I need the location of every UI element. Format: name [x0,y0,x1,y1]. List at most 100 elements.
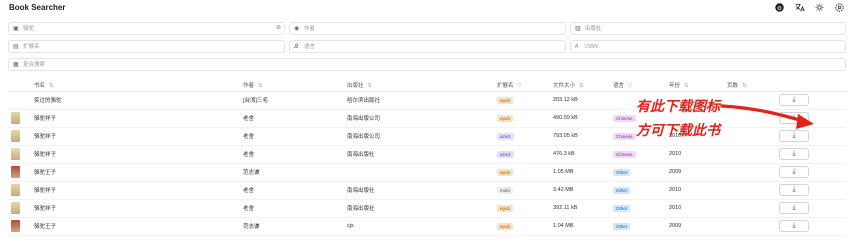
column-header-year[interactable]: 年份 ⇅ [666,79,724,92]
sun-icon[interactable] [814,2,825,13]
language-cell: Other [610,217,666,236]
column-header-publisher[interactable]: 出版社 ⇅ [344,79,494,92]
publisher-cell: 南海出版公司 [344,109,494,128]
sort-icon[interactable]: ⇅ [579,83,584,89]
cover-cell [8,163,31,182]
language-placeholder: 语言 [304,44,316,50]
download-button[interactable]: ⤓ [779,202,809,214]
cover-cell [8,199,31,218]
language-badge: Other [613,204,631,212]
language-cell: Chinese [610,145,666,164]
extension-cell: azw3 [494,127,550,146]
year-cell: 2009 [666,217,724,236]
clear-icon[interactable]: ⊗ [276,24,281,32]
book-cover-thumbnail [11,112,20,124]
author-cell: 老舍 [240,109,344,128]
combined-search-field[interactable]: ▦ 复合搜索 [8,58,846,71]
book-cover-thumbnail [11,148,20,160]
download-cell: ⤓ [776,145,846,164]
cover-cell [8,127,31,146]
download-column-header [776,79,846,92]
annotation-arrow [720,104,814,129]
pages-cell [724,199,776,218]
publisher-cell: 南海出版社 [344,181,494,200]
column-header-title[interactable]: 书名 ⇅ [31,79,240,92]
download-button[interactable]: ⤓ [779,166,809,178]
github-icon[interactable] [774,2,785,13]
filter-icon[interactable]: ▽ [628,83,632,89]
language-badge: Other [613,168,631,176]
download-button[interactable]: ⤓ [779,148,809,160]
publisher-cell [344,163,494,182]
size-cell: 203.12 kB [550,91,610,110]
title-cell: 骆驼祥子 [31,109,240,128]
isbn-search-field[interactable]: # ISBN [570,40,846,53]
author-cell: 老舍 [240,145,344,164]
size-cell: 793.05 kB [550,127,610,146]
author-search-field[interactable]: ◉ 作者 [289,22,566,35]
extension-badge: azw3 [497,150,514,158]
extension-cell: epub [494,91,550,110]
filter-icon[interactable]: ▽ [518,83,522,89]
cover-cell [8,91,31,110]
column-header-language[interactable]: 语言 ▽ [610,79,666,92]
sort-icon[interactable]: ⇅ [49,83,54,89]
table-row[interactable]: 骆驼王子 范志谦 epub 1.05 MB Other 2009 ⤓ [8,163,846,182]
size-cell: 490.59 kB [550,109,610,128]
pages-cell [724,217,776,236]
table-row[interactable]: 骆驼祥子 老舍 南海出版社 azw3 476.3 kB Chinese 2010 ⤓ [8,145,846,164]
book-cover-thumbnail [11,184,20,196]
sort-icon[interactable]: ⇅ [258,83,263,89]
title-cell: 笑过的骆驼 [31,91,240,110]
download-button[interactable]: ⤓ [779,184,809,196]
author-cell: 老舍 [240,181,344,200]
extension-cell: epub [494,163,550,182]
extension-badge: epub [497,222,514,230]
author-cell: 老舍 [240,199,344,218]
download-cell: ⤓ [776,199,846,218]
author-placeholder: 作者 [304,26,316,32]
translate-icon[interactable] [794,2,805,13]
column-header-label: 文件大小 [553,82,576,89]
extension-badge: azw3 [497,132,514,140]
download-button[interactable]: ⤓ [779,220,809,232]
cover-cell [8,181,31,200]
app-header: Book Searcher [0,0,853,16]
sort-icon[interactable]: ⇅ [742,83,747,89]
size-cell: 392.11 kB [550,199,610,218]
pages-cell [724,181,776,200]
book-cover-thumbnail [11,166,20,178]
download-cell: ⤓ [776,181,846,200]
app-title: Book Searcher [9,3,66,12]
download-cell: ⤓ [776,217,846,236]
column-header-label: 扩展名 [497,82,514,89]
publisher-cell: 南海出版公司 [344,127,494,146]
book-cover-thumbnail [11,130,20,142]
column-header-size[interactable]: 文件大小 ⇅ [550,79,610,92]
publisher-cell: 南海出版社 [344,199,494,218]
table-row[interactable]: 骆驼王子 范志谦 cjs epub 1.04 MB Other 2009 ⤓ [8,217,846,236]
cover-cell [8,109,31,128]
title-search-field[interactable]: ▣ 骆驼 ⊗ [8,22,285,35]
column-header-pages[interactable]: 页数 ⇅ [724,79,776,92]
column-header-author[interactable]: 作者 ⇅ [240,79,344,92]
language-cell: Other [610,163,666,182]
settings-icon[interactable] [834,2,845,13]
publisher-cell: 哈尔滨出版社 [344,91,494,110]
language-search-field[interactable]: Ꭿ 语言 [289,40,566,53]
publisher-cell: cjs [344,217,494,236]
cover-column-header [8,79,31,92]
column-header-label: 年份 [669,82,681,89]
table-row[interactable]: 骆驼祥子 老舍 南海出版社 mobi 3.42 MB Other 2010 ⤓ [8,181,846,200]
title-cell: 骆驼祥子 [31,127,240,146]
sort-icon[interactable]: ⇅ [684,83,689,89]
pages-cell [724,163,776,182]
column-header-extension[interactable]: 扩展名 ▽ [494,79,550,92]
language-badge: Chinese [613,114,636,122]
column-header-label: 出版社 [347,82,364,89]
cover-cell [8,217,31,236]
extension-search-field[interactable]: ▤ 扩展名 [8,40,285,53]
publisher-search-field[interactable]: ▥ 出版社 [570,22,846,35]
sort-icon[interactable]: ⇅ [368,83,373,89]
table-row[interactable]: 骆驼祥子 老舍 南海出版社 epub 392.11 kB Other 2010 ⤓ [8,199,846,218]
